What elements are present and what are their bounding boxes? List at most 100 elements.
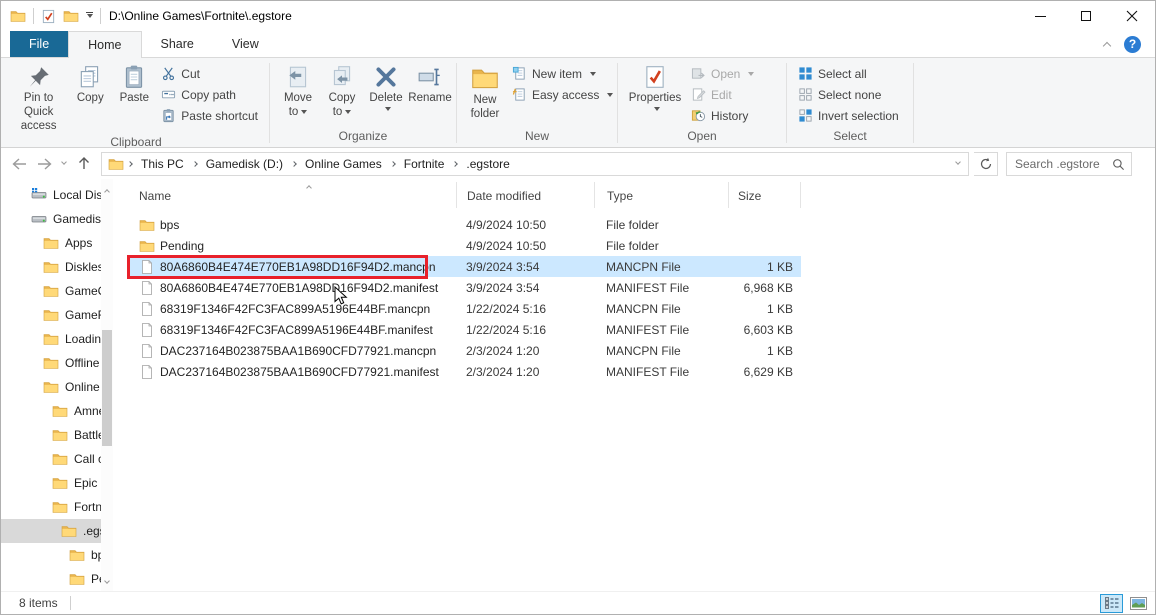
sidebar-item-offline[interactable]: Offline <box>1 351 101 375</box>
refresh-icon <box>979 157 993 171</box>
sidebar-item-gamec[interactable]: GameC <box>1 279 101 303</box>
properties-button[interactable]: Properties <box>624 62 686 115</box>
sidebar-item-battle[interactable]: Battle <box>1 423 101 447</box>
copy-path-button[interactable]: Copy path <box>156 84 263 105</box>
refresh-button[interactable] <box>974 152 998 176</box>
delete-icon <box>373 64 399 90</box>
maximize-button[interactable] <box>1063 1 1109 31</box>
column-header-size[interactable]: Size <box>728 182 801 208</box>
sidebar-item-apps[interactable]: Apps <box>1 231 101 255</box>
file-row-manifest-3[interactable]: DAC237164B023875BAA1B690CFD77921.manifes… <box>129 361 801 382</box>
column-header-date-modified[interactable]: Date modified <box>456 182 594 208</box>
chevron-right-icon <box>390 161 396 167</box>
scroll-up-icon[interactable] <box>103 187 111 194</box>
sidebar-item-epic-games[interactable]: Epic G <box>1 471 101 495</box>
up-button[interactable] <box>71 151 96 176</box>
dropdown-caret <box>607 93 613 100</box>
file-row-mancpn-3[interactable]: DAC237164B023875BAA1B690CFD77921.mancpn … <box>129 340 801 361</box>
file-row-mancpn-2[interactable]: 68319F1346F42FC3FAC899A5196E44BF.mancpn … <box>129 298 801 319</box>
select-all-button[interactable]: Select all <box>793 63 904 84</box>
qat-customize-icon[interactable] <box>86 12 93 21</box>
file-row-manifest-1[interactable]: 80A6860B4E474E770EB1A98DD16F94D2.manifes… <box>129 277 801 298</box>
copy-to-button[interactable]: Copy to <box>320 62 364 122</box>
chevron-right-icon <box>291 161 297 167</box>
recent-locations-button[interactable] <box>57 151 71 176</box>
open-icon <box>691 66 706 81</box>
file-row-bps[interactable]: bps 4/9/2024 10:50 File folder <box>129 214 801 235</box>
file-row-pending[interactable]: Pending 4/9/2024 10:50 File folder <box>129 235 801 256</box>
rename-button[interactable]: Rename <box>408 62 452 108</box>
crumb-gamedisk[interactable]: Gamedisk (D:) <box>199 153 290 175</box>
sidebar-item-pending[interactable]: Pe <box>1 567 101 591</box>
select-none-button[interactable]: Select none <box>793 84 904 105</box>
crumb-online-games[interactable]: Online Games <box>298 153 389 175</box>
sidebar-item-gamef[interactable]: GameF <box>1 303 101 327</box>
divider <box>33 8 34 24</box>
paste-button[interactable]: Paste <box>112 62 156 108</box>
sidebar-item-bps[interactable]: bp <box>1 543 101 567</box>
select-none-icon <box>798 87 813 102</box>
dropdown-caret <box>385 107 391 114</box>
sidebar-item-loading[interactable]: Loadin <box>1 327 101 351</box>
divider <box>913 63 914 143</box>
crumb-fortnite[interactable]: Fortnite <box>397 153 452 175</box>
tab-view[interactable]: View <box>213 31 278 57</box>
folder-icon <box>52 427 68 443</box>
column-header-name[interactable]: Name <box>129 182 456 208</box>
back-button[interactable] <box>7 151 32 176</box>
file-list: Name Date modified Type Size bps 4/9/202… <box>113 179 1155 591</box>
history-button[interactable]: History <box>686 105 759 126</box>
help-icon[interactable]: ? <box>1124 36 1141 53</box>
folder-icon <box>139 238 155 254</box>
address-bar-row: This PC Gamedisk (D:) Online Games Fortn… <box>1 148 1155 179</box>
chevron-down-icon <box>61 159 67 165</box>
crumb-egstore[interactable]: .egstore <box>459 153 516 175</box>
pin-to-quick-access-button[interactable]: Pin to Quick access <box>9 62 68 135</box>
qat-new-folder-icon[interactable] <box>63 8 79 24</box>
column-headers: Name Date modified Type Size <box>129 182 1155 208</box>
easy-access-button[interactable]: Easy access <box>507 84 618 105</box>
scrollbar-thumb[interactable] <box>102 330 112 446</box>
rename-icon <box>417 64 443 90</box>
sidebar-item-online[interactable]: Online <box>1 375 101 399</box>
thumbnails-view-icon <box>1130 597 1147 610</box>
details-view-icon <box>1105 597 1119 609</box>
tab-share[interactable]: Share <box>142 31 213 57</box>
dropdown-caret <box>590 72 596 79</box>
paste-shortcut-button[interactable]: Paste shortcut <box>156 105 263 126</box>
tab-file[interactable]: File <box>10 31 68 57</box>
sidebar-item-egstore[interactable]: .egs <box>1 519 101 543</box>
address-dropdown-button[interactable] <box>956 163 965 164</box>
minimize-button[interactable] <box>1017 1 1063 31</box>
file-row-manifest-2[interactable]: 68319F1346F42FC3FAC899A5196E44BF.manifes… <box>129 319 801 340</box>
sidebar-item-gamedisk[interactable]: Gamedis <box>1 207 101 231</box>
dropdown-caret <box>345 110 351 117</box>
collapse-ribbon-icon[interactable] <box>1103 41 1111 49</box>
qat-properties-icon[interactable] <box>41 9 56 24</box>
breadcrumb[interactable]: This PC Gamedisk (D:) Online Games Fortn… <box>101 152 969 176</box>
sidebar-item-diskless[interactable]: Diskles <box>1 255 101 279</box>
close-button[interactable] <box>1109 1 1155 31</box>
divider <box>70 596 71 610</box>
new-folder-button[interactable]: New folder <box>463 62 507 124</box>
file-icon <box>139 322 155 338</box>
forward-button[interactable] <box>32 151 57 176</box>
cut-button[interactable]: Cut <box>156 63 263 84</box>
tab-home[interactable]: Home <box>68 31 141 58</box>
invert-selection-button[interactable]: Invert selection <box>793 105 904 126</box>
sidebar-scrollbar[interactable] <box>101 179 113 591</box>
details-view-button[interactable] <box>1100 594 1123 613</box>
delete-button[interactable]: Delete <box>364 62 408 115</box>
thumbnails-view-button[interactable] <box>1127 594 1150 613</box>
scroll-down-icon[interactable] <box>103 582 111 583</box>
sidebar-item-local-disk[interactable]: Local Dis <box>1 183 101 207</box>
crumb-this-pc[interactable]: This PC <box>134 153 191 175</box>
sidebar-item-fortnite[interactable]: Fortn <box>1 495 101 519</box>
new-item-button[interactable]: New item <box>507 63 618 84</box>
move-to-button[interactable]: Move to <box>276 62 320 122</box>
sidebar-item-call-of[interactable]: Call o <box>1 447 101 471</box>
sidebar-item-amnesia[interactable]: Amne <box>1 399 101 423</box>
search-icon <box>1112 158 1125 171</box>
column-header-type[interactable]: Type <box>594 182 728 208</box>
copy-button[interactable]: Copy <box>68 62 112 108</box>
